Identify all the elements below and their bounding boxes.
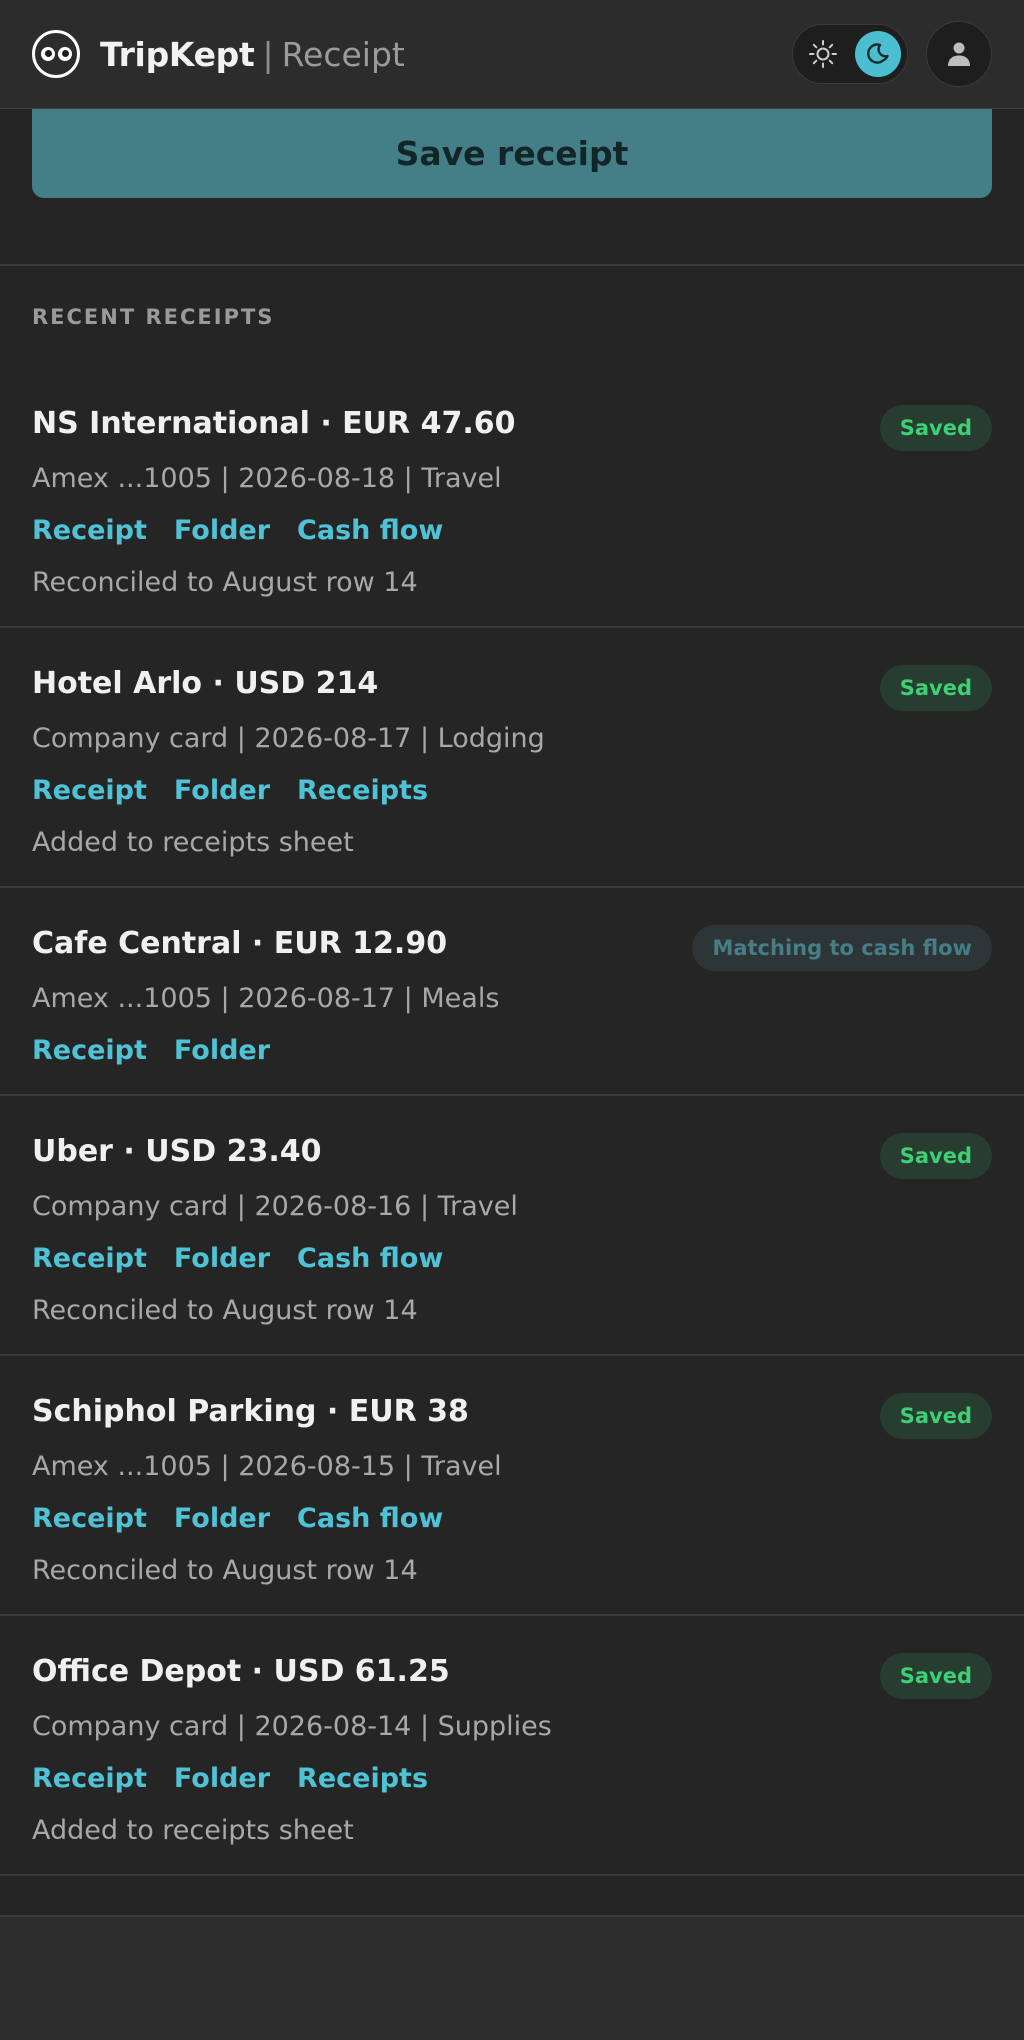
receipt-title: Uber · USD 23.40 xyxy=(32,1134,322,1169)
cash-flow-link[interactable]: Cash flow xyxy=(297,1503,443,1534)
receipt-meta: Amex ...1005 | 2026-08-17 | Meals xyxy=(32,983,500,1014)
receipt-links: Receipt Folder Receipts xyxy=(32,1763,428,1794)
user-avatar-button[interactable] xyxy=(926,21,992,87)
app-header: TripKept | Receipt xyxy=(0,0,1024,109)
main-content: Save receipt RECENT RECEIPTS NS Internat… xyxy=(0,109,1024,1915)
status-badge: Saved xyxy=(879,1653,992,1699)
receipt-note: Added to receipts sheet xyxy=(32,1815,354,1846)
receipt-item[interactable]: NS International · EUR 47.60 Saved Amex … xyxy=(0,368,1024,628)
receipt-item[interactable]: Schiphol Parking · EUR 38 Saved Amex ...… xyxy=(0,1356,1024,1616)
receipt-title: Hotel Arlo · USD 214 xyxy=(32,666,379,701)
receipt-link[interactable]: Receipt xyxy=(32,1763,147,1794)
status-badge: Saved xyxy=(879,1393,992,1439)
status-badge: Saved xyxy=(879,405,992,451)
receipt-meta: Amex ...1005 | 2026-08-15 | Travel xyxy=(32,1451,502,1482)
eyes-logo-icon xyxy=(32,30,80,78)
receipt-link[interactable]: Receipt xyxy=(32,775,147,806)
receipt-links: Receipt Folder Cash flow xyxy=(32,1503,443,1534)
page-subtitle: Receipt xyxy=(281,34,405,74)
receipt-link[interactable]: Receipt xyxy=(32,1503,147,1534)
section-title: RECENT RECEIPTS xyxy=(32,305,275,329)
folder-link[interactable]: Folder xyxy=(174,515,270,546)
folder-link[interactable]: Folder xyxy=(174,1763,270,1794)
divider xyxy=(0,264,1024,266)
receipt-meta: Company card | 2026-08-16 | Travel xyxy=(32,1191,518,1222)
receipt-meta: Company card | 2026-08-14 | Supplies xyxy=(32,1711,552,1742)
receipts-sheet-link[interactable]: Receipts xyxy=(297,775,428,806)
folder-link[interactable]: Folder xyxy=(174,1035,270,1066)
status-badge: Matching to cash flow xyxy=(692,925,992,971)
receipt-meta: Company card | 2026-08-17 | Lodging xyxy=(32,723,545,754)
theme-toggle[interactable] xyxy=(792,24,908,84)
receipt-note: Reconciled to August row 14 xyxy=(32,1555,418,1586)
receipts-sheet-link[interactable]: Receipts xyxy=(297,1763,428,1794)
folder-link[interactable]: Folder xyxy=(174,1503,270,1534)
receipt-links: Receipt Folder xyxy=(32,1035,270,1066)
app-brand: TripKept xyxy=(100,34,255,74)
title-separator: | xyxy=(262,34,274,74)
receipt-item[interactable]: Hotel Arlo · USD 214 Saved Company card … xyxy=(0,628,1024,888)
receipt-item[interactable]: Office Depot · USD 61.25 Saved Company c… xyxy=(0,1616,1024,1876)
moon-icon[interactable] xyxy=(855,31,901,77)
cash-flow-link[interactable]: Cash flow xyxy=(297,1243,443,1274)
status-badge: Saved xyxy=(879,665,992,711)
receipt-title: Schiphol Parking · EUR 38 xyxy=(32,1394,469,1429)
cash-flow-link[interactable]: Cash flow xyxy=(297,515,443,546)
receipt-links: Receipt Folder Receipts xyxy=(32,775,428,806)
receipt-title: Office Depot · USD 61.25 xyxy=(32,1654,450,1689)
sun-icon[interactable] xyxy=(807,38,839,70)
receipt-note: Reconciled to August row 14 xyxy=(32,567,418,598)
recent-receipts-list: NS International · EUR 47.60 Saved Amex … xyxy=(0,368,1024,1876)
receipt-item[interactable]: Uber · USD 23.40 Saved Company card | 20… xyxy=(0,1096,1024,1356)
receipt-note: Reconciled to August row 14 xyxy=(32,1295,418,1326)
folder-link[interactable]: Folder xyxy=(174,1243,270,1274)
receipt-links: Receipt Folder Cash flow xyxy=(32,515,443,546)
receipt-links: Receipt Folder Cash flow xyxy=(32,1243,443,1274)
receipt-item[interactable]: Cafe Central · EUR 12.90 Matching to cas… xyxy=(0,888,1024,1096)
receipt-note: Added to receipts sheet xyxy=(32,827,354,858)
folder-link[interactable]: Folder xyxy=(174,775,270,806)
receipt-link[interactable]: Receipt xyxy=(32,1035,147,1066)
receipt-title: NS International · EUR 47.60 xyxy=(32,406,516,441)
save-receipt-button[interactable]: Save receipt xyxy=(32,109,992,198)
status-badge: Saved xyxy=(879,1133,992,1179)
receipt-meta: Amex ...1005 | 2026-08-18 | Travel xyxy=(32,463,502,494)
page-footer xyxy=(0,1915,1024,2040)
receipt-link[interactable]: Receipt xyxy=(32,1243,147,1274)
receipt-link[interactable]: Receipt xyxy=(32,515,147,546)
user-icon xyxy=(948,42,970,66)
receipt-title: Cafe Central · EUR 12.90 xyxy=(32,926,448,961)
